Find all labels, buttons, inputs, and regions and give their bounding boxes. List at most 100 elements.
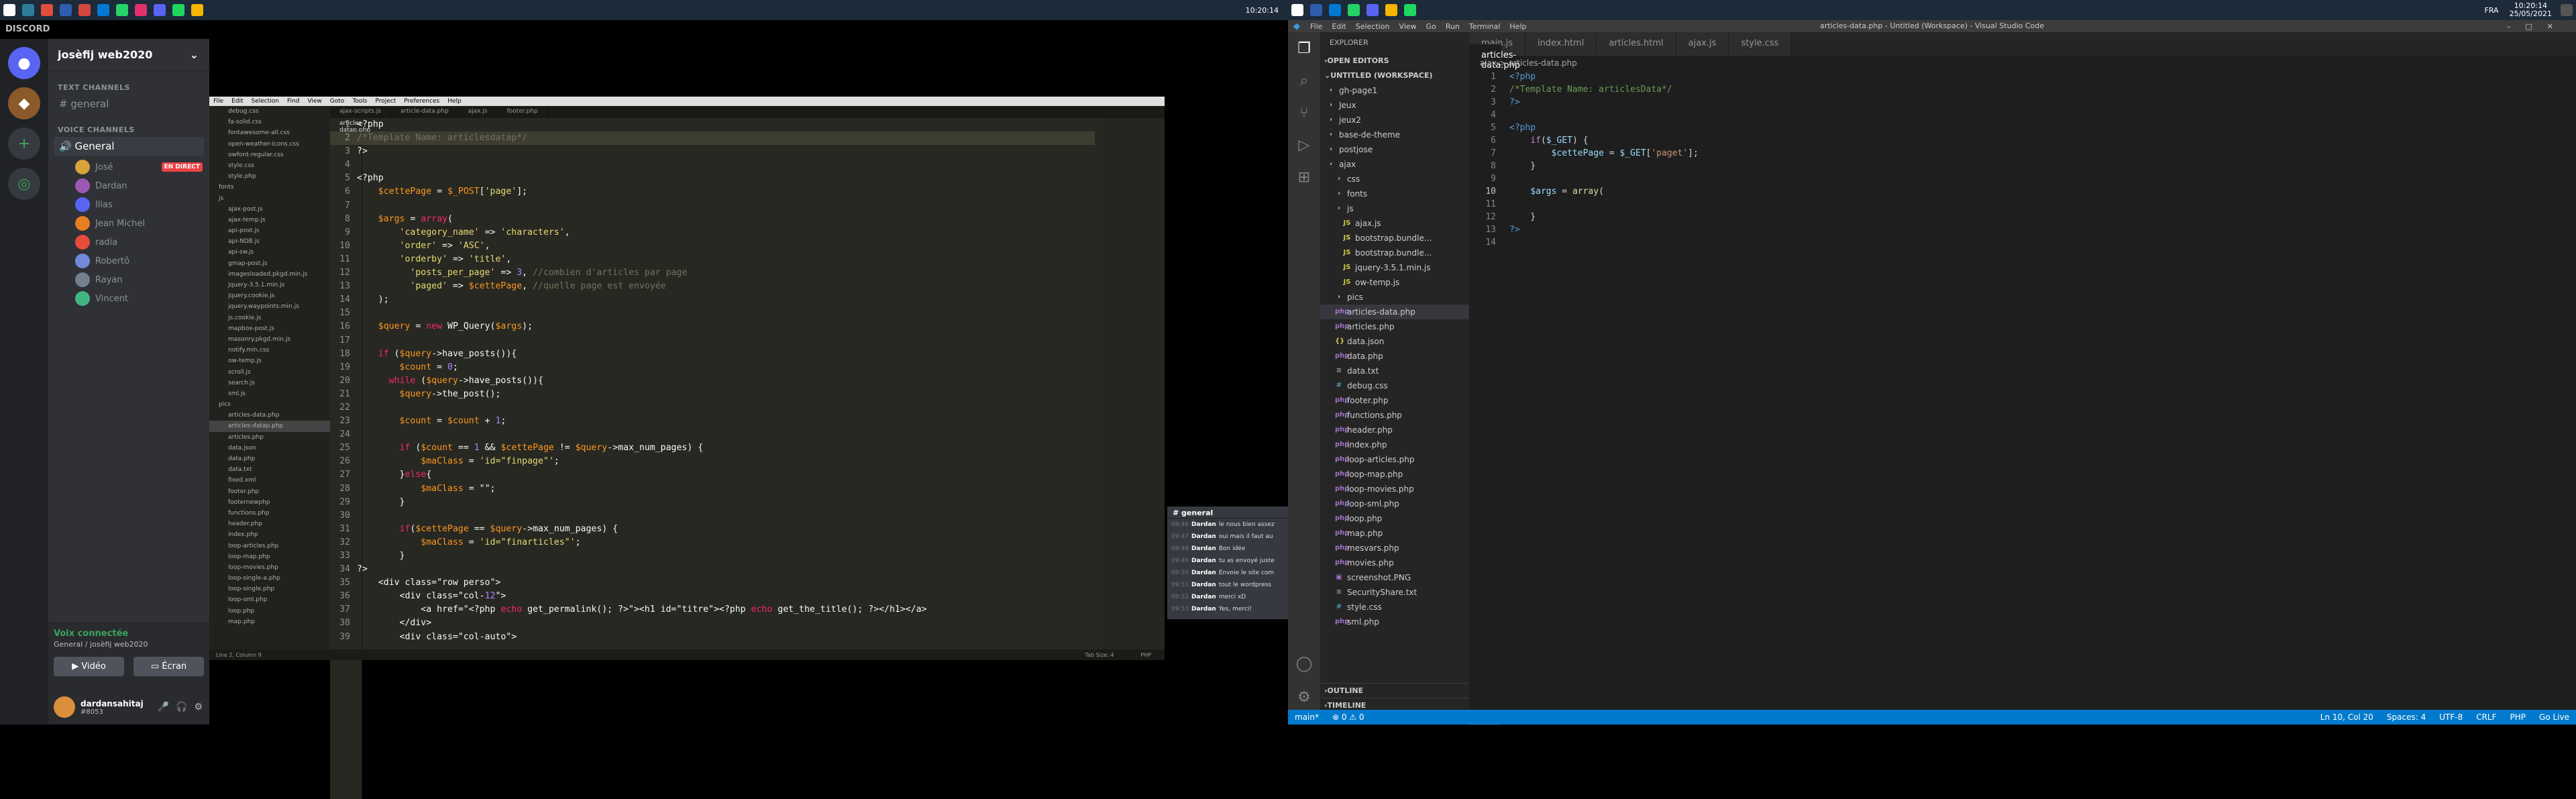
message-author[interactable]: Dardan (1191, 582, 1216, 588)
tree-item[interactable]: loop-movies.php (209, 562, 330, 573)
menu-item[interactable]: View (307, 98, 321, 105)
whatsapp-icon[interactable] (116, 4, 128, 16)
tree-item[interactable]: js.cookie.js (209, 313, 330, 323)
tree-item[interactable]: scroll.js (209, 367, 330, 378)
chrome-icon[interactable] (191, 4, 203, 16)
tree-item[interactable]: map.php (209, 617, 330, 627)
headphones-icon[interactable]: 🎧 (176, 702, 187, 712)
file-item[interactable]: ≡ SecurityShare.txt (1320, 585, 1469, 600)
tree-item[interactable]: imagesloaded.pkgd.min.js (209, 269, 330, 280)
editor-tab[interactable]: index.html (1525, 32, 1597, 56)
tree-item[interactable]: loop.php (209, 606, 330, 617)
editor-tab[interactable]: articles.html (1597, 32, 1676, 56)
file-item[interactable]: JS jquery-3.5.1.min.js (1320, 260, 1469, 275)
indent-status[interactable]: Spaces: 4 (2387, 712, 2426, 722)
file-item[interactable]: # debug.css (1320, 378, 1469, 393)
server-header[interactable]: josèfij web2020 ⌄ (48, 39, 209, 71)
file-item[interactable]: {} data.json (1320, 334, 1469, 349)
app-icon[interactable] (135, 4, 147, 16)
file-item[interactable]: JS ajax.js (1320, 216, 1469, 231)
tab[interactable]: article-data.php (391, 106, 459, 118)
add-server-icon[interactable]: + (8, 127, 40, 160)
golive-status[interactable]: Go Live (2539, 712, 2569, 722)
tree-item[interactable]: loop-map.php (209, 551, 330, 562)
tree-item[interactable]: data.php (209, 454, 330, 464)
voice-user[interactable]: radia (75, 235, 209, 250)
tree-item[interactable]: fixed.xml (209, 475, 330, 486)
language-indicator[interactable]: FRA (2485, 6, 2499, 15)
file-item[interactable]: › jeux2 (1320, 113, 1469, 127)
tree-item[interactable]: index.php (209, 529, 330, 540)
explore-icon[interactable]: ◎ (8, 168, 40, 200)
message-author[interactable]: Dardan (1191, 594, 1216, 600)
file-item[interactable]: php sml.php (1320, 615, 1469, 629)
tree-item[interactable]: sml.js (209, 388, 330, 399)
tab[interactable]: ajax.js (459, 106, 498, 118)
menu-item[interactable]: Goto (330, 98, 345, 105)
voice-channel-general[interactable]: 🔊 General (54, 137, 204, 156)
file-item[interactable]: php loop-movies.php (1320, 482, 1469, 496)
start-icon[interactable] (3, 4, 15, 16)
tree-item[interactable]: debug.css (209, 106, 330, 117)
file-item[interactable]: › ajax (1320, 157, 1469, 172)
menu-item[interactable]: Help (447, 98, 462, 105)
tree-item[interactable]: gmap-post.js (209, 258, 330, 269)
tree-item[interactable]: jquery.waypoints.min.js (209, 301, 330, 312)
menu-item[interactable]: Selection (252, 98, 279, 105)
file-item[interactable]: php loop-map.php (1320, 467, 1469, 482)
voice-location[interactable]: General / josèfij web2020 (48, 639, 209, 650)
voice-user[interactable]: Vincent (75, 291, 209, 306)
spotify-icon[interactable] (172, 4, 184, 16)
video-button[interactable]: ▶ Vidéo (54, 657, 124, 676)
editor-tab[interactable]: style.css (1729, 32, 1792, 56)
tree-item[interactable]: style.php (209, 171, 330, 182)
app-icon[interactable] (1310, 4, 1322, 16)
tree-item[interactable]: masonry.pkgd.min.js (209, 334, 330, 345)
file-item[interactable]: php movies.php (1320, 555, 1469, 570)
menu-item[interactable]: Tools (352, 98, 367, 105)
file-item[interactable]: php loop.php (1320, 511, 1469, 526)
extensions-icon[interactable]: ⊞ (1288, 161, 1320, 193)
voice-user[interactable]: Robertô (75, 254, 209, 268)
menu-item[interactable]: Preferences (404, 98, 439, 105)
tab[interactable]: footer.php (498, 106, 548, 118)
tree-item[interactable]: loop-sml.php (209, 594, 330, 605)
file-item[interactable]: php data.php (1320, 349, 1469, 364)
tree-item[interactable]: ajax-post.js (209, 204, 330, 215)
file-item[interactable]: php map.php (1320, 526, 1469, 541)
file-item[interactable]: php articles-data.php (1320, 305, 1469, 319)
tree-item[interactable]: footer.php (209, 486, 330, 497)
file-item[interactable]: › gh-page1 (1320, 83, 1469, 98)
file-item[interactable]: ▣ screenshot.PNG (1320, 570, 1469, 585)
tree-item[interactable]: articles.php (209, 432, 330, 443)
account-icon[interactable]: ◯ (1288, 647, 1320, 680)
tree-item[interactable]: ajax-temp.js (209, 215, 330, 225)
mic-icon[interactable]: 🎤 (158, 702, 169, 712)
menu-item[interactable]: Find (287, 98, 299, 105)
spotify-icon[interactable] (1404, 4, 1416, 16)
menu-item[interactable]: Terminal (1469, 22, 1501, 31)
menu-item[interactable]: View (1399, 22, 1416, 31)
tab[interactable]: ajax-scripts.js (330, 106, 391, 118)
menu-item[interactable]: Edit (1332, 22, 1346, 31)
notification-icon[interactable] (2561, 4, 2573, 16)
explorer-icon[interactable]: ❐ (1288, 32, 1320, 64)
channel-general[interactable]: # general (54, 95, 204, 113)
file-item[interactable]: › Jeux (1320, 98, 1469, 113)
problems-status[interactable]: ⊗ 0 ⚠ 0 (1332, 712, 1364, 722)
file-item[interactable]: php footer.php (1320, 393, 1469, 408)
file-item[interactable]: php header.php (1320, 423, 1469, 437)
discord-icon[interactable] (154, 4, 166, 16)
tree-item[interactable]: loop-single-a.php (209, 573, 330, 584)
open-editors-section[interactable]: › OPEN EDITORS (1320, 54, 1469, 68)
tree-item[interactable]: fontawesome-all.css (209, 127, 330, 138)
message-author[interactable]: Dardan (1191, 545, 1216, 552)
screen-share-button[interactable]: ▭ Écran (133, 657, 204, 676)
start-icon[interactable] (1291, 4, 1303, 16)
tree-item[interactable]: loop-single.php (209, 584, 330, 594)
menu-item[interactable]: Edit (231, 98, 243, 105)
menu-item[interactable]: File (213, 98, 223, 105)
gear-icon[interactable]: ⚙ (194, 702, 203, 712)
encoding-status[interactable]: UTF-8 (2439, 712, 2463, 722)
tree-item[interactable]: notify.min.css (209, 345, 330, 356)
